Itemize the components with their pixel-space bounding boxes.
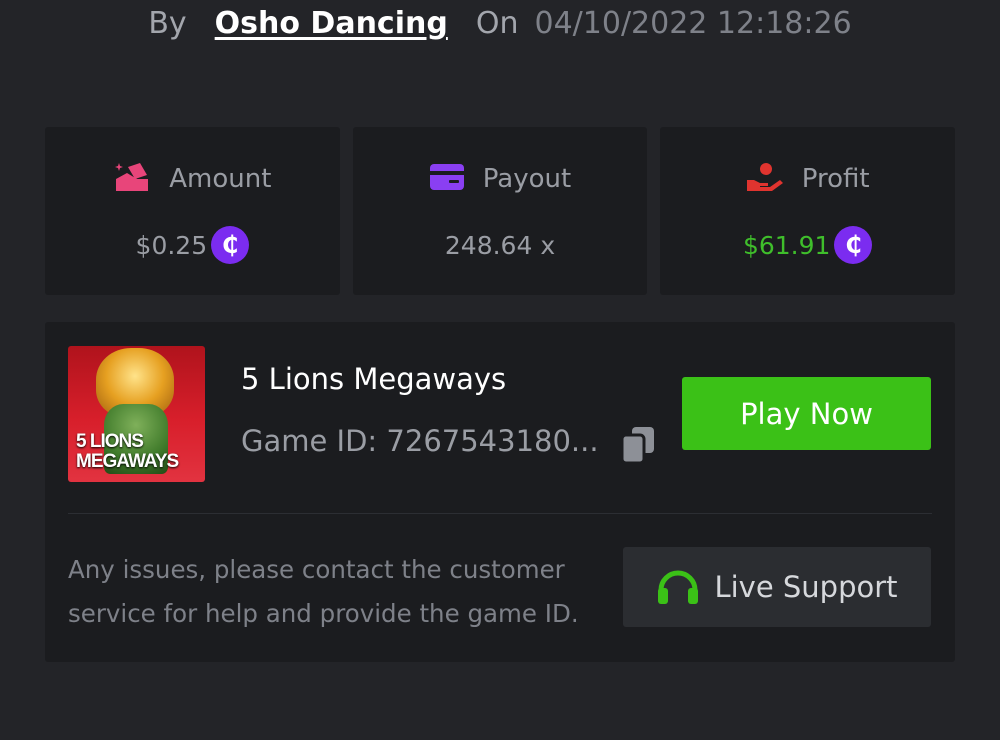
game-panel: 5 LIONS MEGAWAYS 5 Lions Megaways Game I…: [45, 322, 955, 662]
hand-profit-icon: [746, 162, 784, 196]
play-now-button[interactable]: Play Now: [682, 377, 931, 450]
profit-label: Profit: [801, 164, 870, 194]
stats-row: Amount $0.25 ₵ Payout 248.64 x Profit $6…: [45, 127, 956, 295]
live-support-button[interactable]: Live Support: [623, 547, 931, 627]
bet-detail-page: By Osho Dancing On 04/10/2022 12:18:26 A…: [0, 0, 1000, 740]
coin-icon: ₵: [834, 226, 873, 264]
card-icon: [429, 163, 465, 195]
by-label: By: [148, 5, 187, 41]
copy-icon[interactable]: [620, 426, 656, 465]
amount-label: Amount: [169, 164, 272, 194]
profit-value: $61.91: [742, 230, 831, 260]
game-name: 5 Lions Megaways: [241, 362, 507, 396]
thumbnail-title: 5 LIONS MEGAWAYS: [76, 431, 179, 472]
bet-datetime: 04/10/2022 12:18:26: [534, 5, 852, 41]
byline: By Osho Dancing On 04/10/2022 12:18:26: [0, 2, 1000, 44]
profit-card: Profit $61.91 ₵: [660, 127, 956, 295]
game-thumbnail[interactable]: 5 LIONS MEGAWAYS: [68, 346, 205, 482]
payout-value: 248.64 x: [444, 230, 556, 260]
payout-label: Payout: [482, 164, 572, 194]
amount-card: Amount $0.25 ₵: [45, 127, 340, 295]
bet-amount-icon: [113, 161, 151, 197]
live-support-label: Live Support: [714, 570, 898, 604]
headset-icon: [656, 566, 700, 609]
coin-icon: ₵: [211, 226, 250, 264]
game-id: Game ID: 7267543180...: [241, 424, 599, 458]
payout-card: Payout 248.64 x: [352, 127, 648, 295]
support-message: Any issues, please contact the customer …: [68, 555, 579, 628]
user-name-link[interactable]: Osho Dancing: [215, 6, 448, 41]
on-label: On: [475, 5, 519, 41]
divider: [68, 513, 932, 514]
amount-value: $0.25: [135, 230, 208, 260]
